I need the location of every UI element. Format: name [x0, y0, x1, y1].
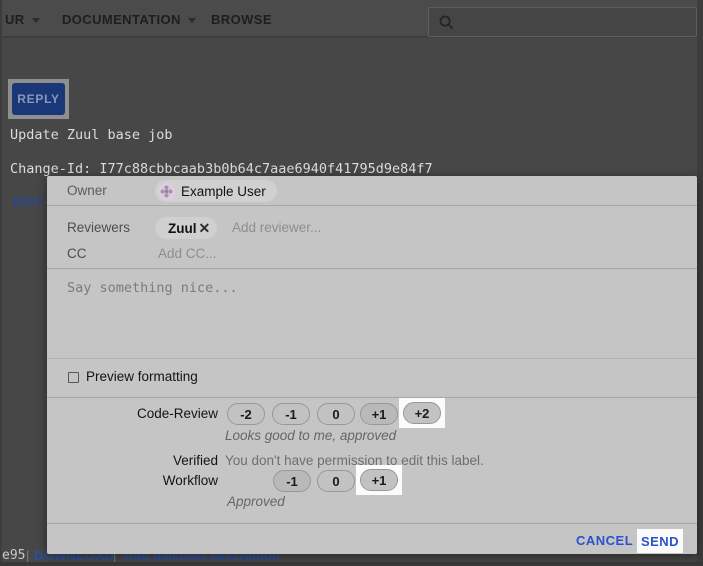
window-right-edge	[697, 0, 703, 566]
reply-dialog: Owner Example User Reviewers Zuul ✕ Add …	[47, 176, 697, 554]
commit-title-line: Update Zuul base job	[10, 127, 173, 143]
footer-separator: |	[26, 548, 29, 563]
code-review-minus2-button[interactable]: -2	[227, 403, 265, 425]
divider	[47, 523, 697, 524]
reviewer-chip-zuul[interactable]: Zuul ✕	[155, 217, 217, 239]
nav-item-ur-label: UR	[5, 12, 25, 27]
verified-permission-message: You don't have permission to edit this l…	[225, 453, 484, 468]
verified-label: Verified	[47, 453, 218, 468]
owner-label: Owner	[67, 183, 107, 198]
code-review-plus2-highlight: +2	[399, 398, 445, 428]
reviewer-name: Zuul	[168, 221, 197, 236]
nav-item-browse-label: BROWSE	[211, 12, 272, 27]
search-icon	[438, 14, 455, 31]
nav-item-documentation-label: DOCUMENTATION	[62, 12, 181, 27]
add-cc-field[interactable]: Add CC...	[158, 246, 217, 261]
nav-item-browse[interactable]: BROWSE	[211, 0, 272, 38]
reply-button[interactable]: REPLY	[12, 83, 65, 115]
window-left-edge	[0, 0, 2, 566]
workflow-label: Workflow	[47, 473, 218, 488]
cancel-button[interactable]: CANCEL	[576, 533, 633, 548]
divider	[47, 358, 697, 359]
cc-label: CC	[67, 246, 87, 261]
patchset-hash-fragment: e95	[2, 548, 25, 563]
workflow-description: Approved	[227, 494, 285, 509]
remove-reviewer-icon[interactable]: ✕	[199, 220, 211, 237]
divider	[47, 205, 697, 206]
workflow-minus1-button[interactable]: -1	[273, 470, 311, 492]
chevron-down-icon	[32, 18, 40, 23]
nav-item-ur[interactable]: UR	[5, 0, 40, 38]
add-reviewer-field[interactable]: Add reviewer...	[232, 220, 321, 235]
workflow-plus1-button[interactable]: +1	[360, 469, 398, 491]
send-button-highlight: SEND	[637, 529, 683, 553]
divider	[47, 397, 697, 398]
code-review-label: Code-Review	[47, 406, 218, 421]
preview-formatting-checkbox[interactable]	[68, 372, 79, 383]
owner-chip: Example User	[155, 180, 277, 202]
code-review-minus1-button[interactable]: -1	[272, 403, 310, 425]
chevron-down-icon	[188, 18, 196, 23]
code-review-plus2-button[interactable]: +2	[403, 402, 441, 424]
workflow-plus1-highlight: +1	[356, 465, 402, 495]
reply-message-textarea[interactable]: Say something nice...	[47, 269, 697, 358]
search-input[interactable]	[428, 7, 697, 37]
preview-formatting-label: Preview formatting	[86, 369, 198, 384]
owner-name: Example User	[181, 184, 266, 199]
code-review-zero-button[interactable]: 0	[317, 403, 355, 425]
reviewers-label: Reviewers	[67, 220, 130, 235]
code-review-description: Looks good to me, approved	[225, 428, 396, 443]
top-header-bar: UR DOCUMENTATION BROWSE	[0, 0, 703, 38]
reply-button-highlight: REPLY	[8, 79, 69, 119]
send-button[interactable]: SEND	[641, 534, 679, 549]
workflow-zero-button[interactable]: 0	[317, 470, 355, 492]
window-bottom-edge	[0, 562, 703, 566]
change-id-line: Change-Id: I77c88cbbcaab3b0b64c7aae6940f…	[10, 161, 433, 177]
nav-item-documentation[interactable]: DOCUMENTATION	[62, 0, 196, 38]
edit-link[interactable]: EDIT	[13, 194, 44, 209]
gerrit-change-screen: UR DOCUMENTATION BROWSE REPLY Update Zuu…	[0, 0, 703, 566]
avatar-identicon	[158, 183, 175, 200]
code-review-plus1-button[interactable]: +1	[360, 403, 398, 425]
message-placeholder: Say something nice...	[67, 280, 238, 296]
